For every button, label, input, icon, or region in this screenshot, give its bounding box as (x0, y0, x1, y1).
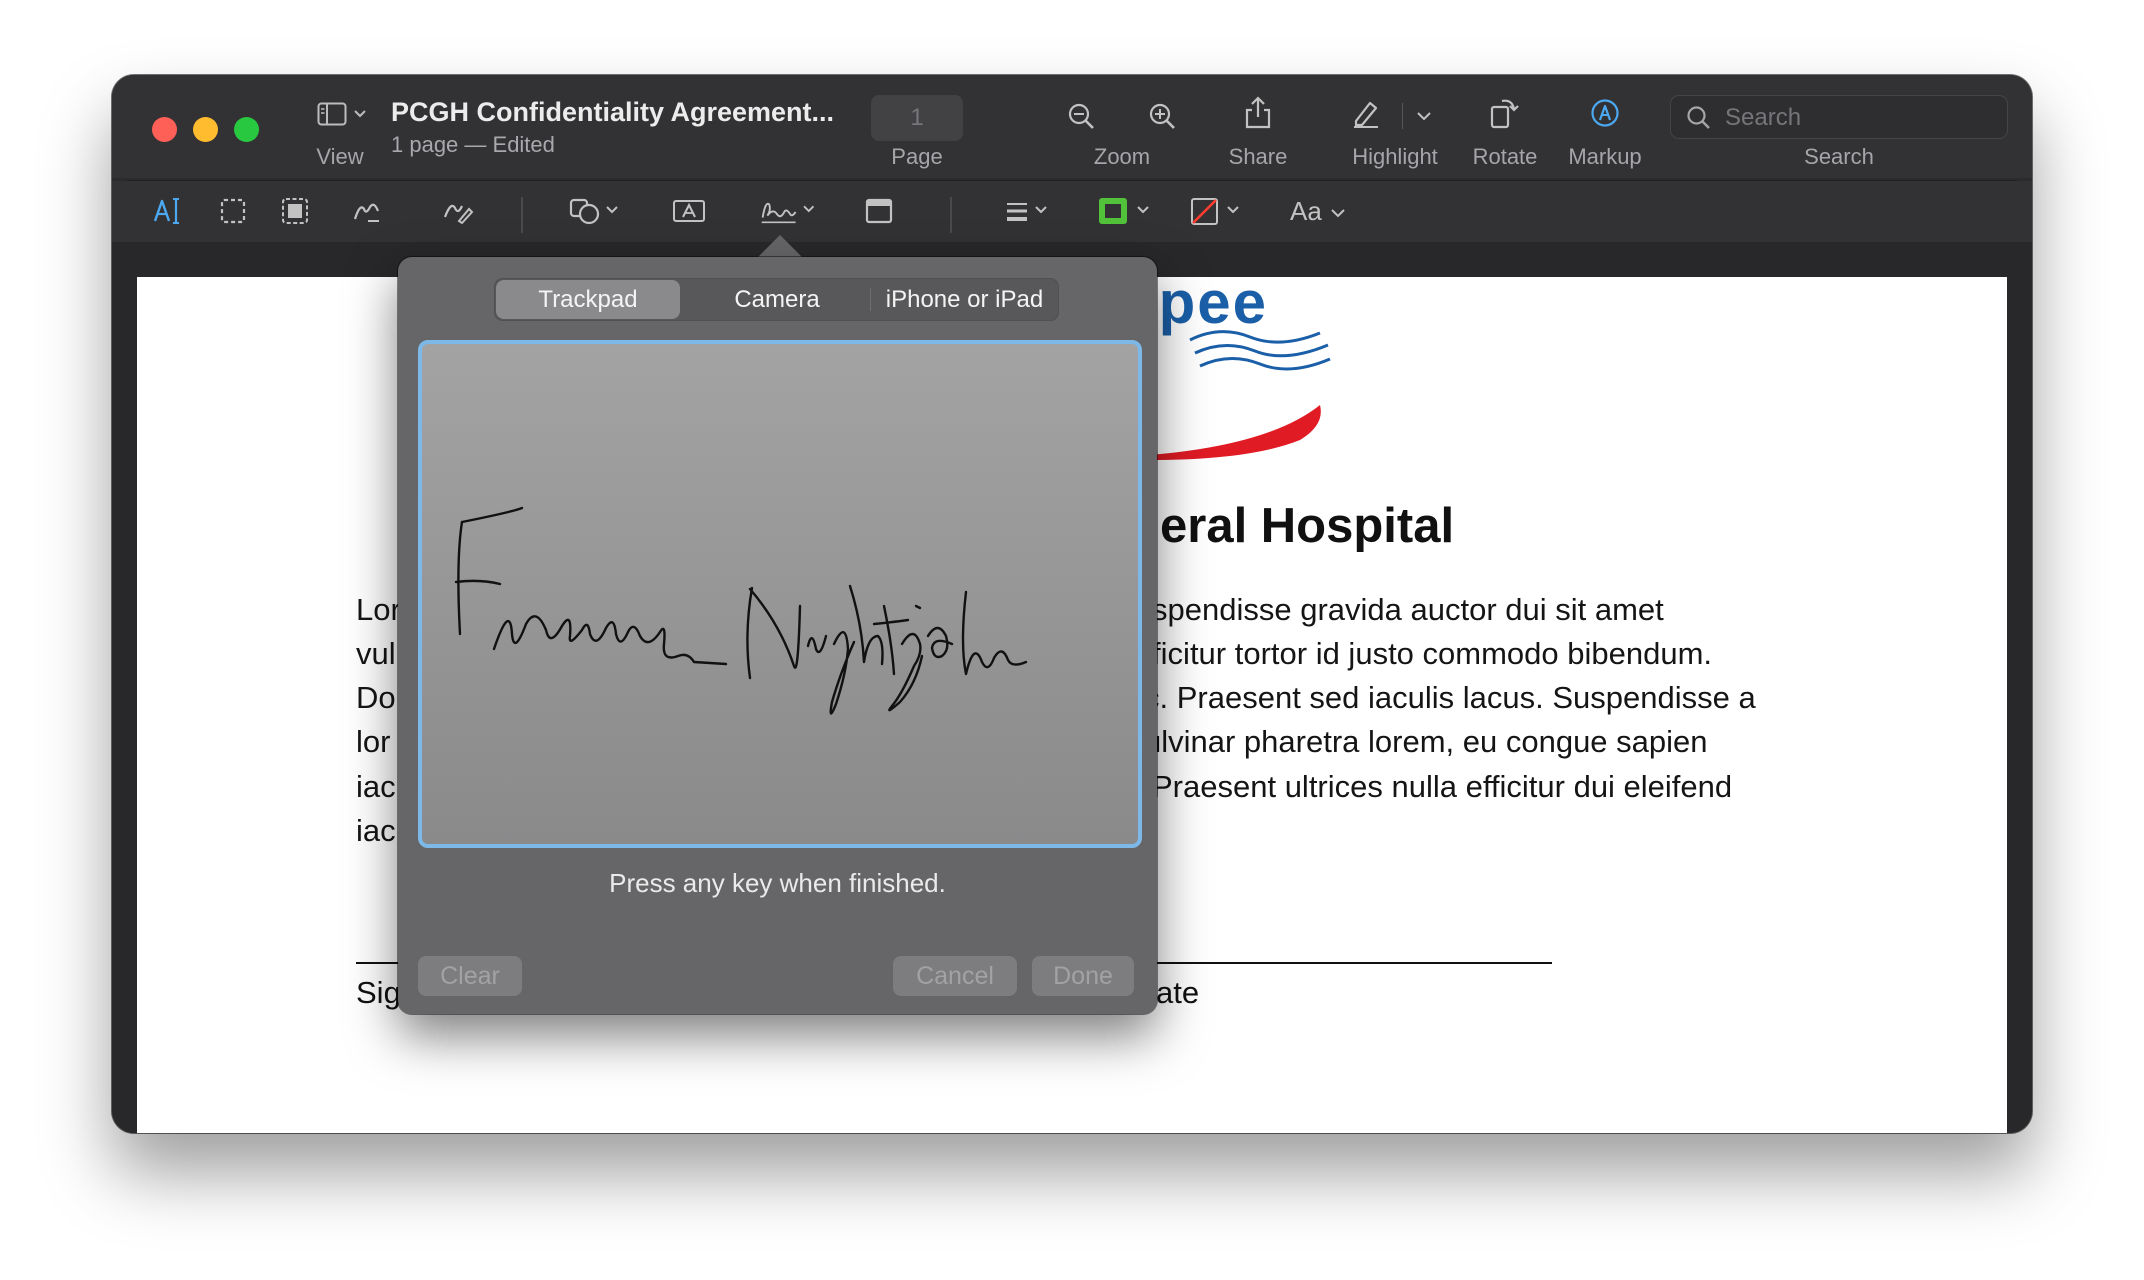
markup-separator (521, 197, 523, 233)
minimize-window-button[interactable] (193, 117, 218, 142)
tab-iphone-or-ipad[interactable]: iPhone or iPad (872, 278, 1057, 321)
document-heading: eral Hospital (1160, 499, 1455, 553)
fill-color-icon[interactable] (1189, 195, 1249, 227)
zoom-window-button[interactable] (234, 117, 259, 142)
shape-style-icon[interactable] (1003, 195, 1055, 227)
highlight-label: Highlight (1352, 144, 1438, 169)
signature-label: Sig (356, 975, 401, 1010)
smart-lasso-icon[interactable] (280, 195, 310, 227)
body-line-fragment: Do (356, 680, 396, 715)
sidebar-icon (317, 102, 347, 126)
popover-arrow (758, 235, 802, 257)
body-line: c. Praesent sed iaculis lacus. Suspendis… (1144, 680, 1756, 715)
body-line: Praesent ultrices nulla efficitur dui el… (1152, 769, 1733, 804)
body-line: spendisse gravida auctor dui sit amet (1152, 592, 1664, 627)
text-style-button[interactable]: Aa (1290, 193, 1345, 229)
note-icon[interactable] (864, 195, 894, 227)
page-label: Page (891, 144, 943, 169)
zoom-out-icon[interactable] (1067, 102, 1097, 132)
body-line: ulvinar pharetra lorem, eu congue sapien (1144, 724, 1708, 759)
document-subtitle: 1 page — Edited (391, 132, 555, 157)
view-button[interactable]: View (305, 97, 375, 181)
chevron-down-icon[interactable] (1416, 111, 1432, 121)
body-line-fragment: vul (356, 636, 396, 671)
chevron-down-icon (1331, 209, 1345, 218)
sketch-icon[interactable] (352, 195, 382, 227)
text-selection-icon[interactable] (153, 195, 183, 227)
date-label: ate (1156, 975, 1200, 1010)
highlight-divider (1402, 103, 1403, 129)
text-box-icon[interactable] (672, 195, 706, 227)
rectangular-selection-icon[interactable] (218, 195, 248, 227)
markup-toolbar: Aa (112, 181, 2032, 242)
text-style-label: Aa (1290, 196, 1322, 226)
signature-popover: Trackpad Camera iPhone or iPad Press any… (398, 257, 1157, 1014)
markup-separator (950, 197, 952, 233)
page-number-field[interactable]: 1 (871, 95, 963, 141)
signature-drawing-area[interactable] (418, 340, 1142, 848)
view-label: View (316, 144, 364, 169)
tab-trackpad[interactable]: Trackpad (496, 280, 680, 319)
close-window-button[interactable] (152, 117, 177, 142)
search-label: Search (1804, 144, 1874, 169)
draw-icon[interactable] (442, 195, 474, 227)
zoom-in-icon[interactable] (1148, 102, 1178, 132)
signature-stroke (454, 506, 1028, 715)
body-line-fragment: iac (356, 769, 396, 804)
sign-icon[interactable] (758, 195, 820, 227)
body-line-fragment: iac (356, 813, 396, 848)
date-line (1150, 962, 1552, 964)
markup-label: Markup (1568, 144, 1642, 169)
title-toolbar: View PCGH Confidentiality Agreement... 1… (112, 75, 2032, 178)
segment-divider (870, 288, 871, 311)
document-title: PCGH Confidentiality Agreement... (391, 97, 835, 127)
rotate-label: Rotate (1472, 144, 1538, 169)
search-field[interactable] (1670, 95, 2008, 140)
markup-icon[interactable] (1590, 98, 1620, 128)
highlight-icon[interactable] (1350, 97, 1382, 129)
rotate-icon[interactable] (1488, 95, 1520, 129)
clear-button[interactable]: Clear (418, 956, 522, 996)
share-icon[interactable] (1243, 95, 1273, 129)
chevron-down-icon (354, 110, 366, 118)
body-line: fficitur tortor id justo commodo bibendu… (1144, 636, 1713, 671)
body-line-fragment: lor (356, 724, 391, 759)
hospital-logo-swoosh (1150, 405, 1321, 460)
search-input[interactable] (1723, 96, 1997, 140)
signature-hint: Press any key when finished. (609, 868, 946, 898)
zoom-label: Zoom (1093, 144, 1151, 169)
shapes-icon[interactable] (569, 195, 621, 227)
share-label: Share (1228, 144, 1288, 169)
search-icon (1687, 106, 1710, 129)
signature-source-segmented-control: Trackpad Camera iPhone or iPad (494, 278, 1059, 321)
border-color-icon[interactable] (1097, 195, 1157, 227)
tab-camera[interactable]: Camera (686, 278, 868, 321)
done-button[interactable]: Done (1032, 956, 1134, 996)
cancel-button[interactable]: Cancel (893, 956, 1017, 996)
body-line-fragment: Lor (356, 592, 401, 627)
